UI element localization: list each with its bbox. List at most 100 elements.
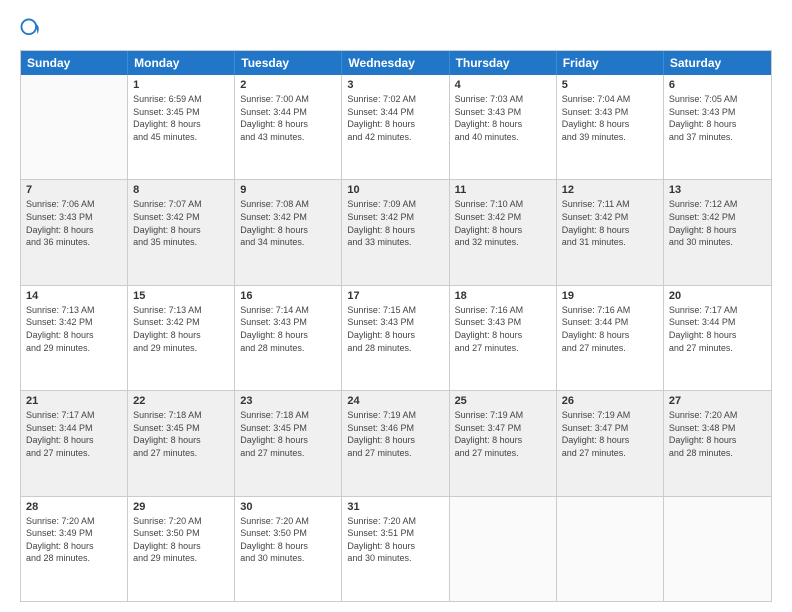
day-info: Sunrise: 7:20 AM Sunset: 3:51 PM Dayligh… — [347, 515, 443, 565]
day-info: Sunrise: 7:17 AM Sunset: 3:44 PM Dayligh… — [26, 409, 122, 459]
calendar-day-24: 24Sunrise: 7:19 AM Sunset: 3:46 PM Dayli… — [342, 391, 449, 495]
calendar-day-25: 25 Sunrise: 7:19 AM Sunset: 3:47 PM Dayli… — [450, 391, 557, 495]
day-info: Sunrise: 7:07 AM Sunset: 3:42 PM Dayligh… — [133, 198, 229, 248]
calendar-day-18: 18 Sunrise: 7:16 AM Sunset: 3:43 PM Dayli… — [450, 286, 557, 390]
day-number: 24 — [347, 395, 443, 407]
day-number: 18 — [455, 290, 551, 302]
day-number: 25 — [455, 395, 551, 407]
calendar-day-19: 19 Sunrise: 7:16 AM Sunset: 3:44 PM Dayli… — [557, 286, 664, 390]
calendar-day-13: 13 Sunrise: 7:12 AM Sunset: 3:42 PM Dayli… — [664, 180, 771, 284]
day-info: Sunrise: 7:15 AM Sunset: 3:43 PM Dayligh… — [347, 304, 443, 354]
day-info: Sunrise: 7:18 AM Sunset: 3:45 PM Dayligh… — [240, 409, 336, 459]
calendar-week-1: 1 Sunrise: 6:59 AM Sunset: 3:45 PM Daylig… — [21, 75, 771, 180]
calendar-header: SundayMondayTuesdayWednesdayThursdayFrid… — [21, 51, 771, 75]
calendar-day-23: 23 Sunrise: 7:18 AM Sunset: 3:45 PM Dayli… — [235, 391, 342, 495]
calendar-day-3: 3 Sunrise: 7:02 AM Sunset: 3:44 PM Daylig… — [342, 75, 449, 179]
day-number: 5 — [562, 79, 658, 91]
calendar-day-27: 27Sunrise: 7:20 AM Sunset: 3:48 PM Dayli… — [664, 391, 771, 495]
day-number: 7 — [26, 184, 122, 196]
day-number: 15 — [133, 290, 229, 302]
day-number: 9 — [240, 184, 336, 196]
day-info: Sunrise: 7:19 AM Sunset: 3:47 PM Dayligh… — [455, 409, 551, 459]
day-info: Sunrise: 7:04 AM Sunset: 3:43 PM Dayligh… — [562, 93, 658, 143]
day-info: Sunrise: 7:16 AM Sunset: 3:44 PM Dayligh… — [562, 304, 658, 354]
day-info: Sunrise: 7:17 AM Sunset: 3:44 PM Dayligh… — [669, 304, 766, 354]
day-number: 17 — [347, 290, 443, 302]
weekday-header-friday: Friday — [557, 51, 664, 75]
calendar-day-30: 30Sunrise: 7:20 AM Sunset: 3:50 PM Dayli… — [235, 497, 342, 601]
day-info: Sunrise: 7:06 AM Sunset: 3:43 PM Dayligh… — [26, 198, 122, 248]
calendar-day-10: 10 Sunrise: 7:09 AM Sunset: 3:42 PM Dayli… — [342, 180, 449, 284]
day-info: Sunrise: 7:13 AM Sunset: 3:42 PM Dayligh… — [26, 304, 122, 354]
calendar-week-5: 28Sunrise: 7:20 AM Sunset: 3:49 PM Dayli… — [21, 497, 771, 601]
calendar-day-15: 15 Sunrise: 7:13 AM Sunset: 3:42 PM Dayli… — [128, 286, 235, 390]
day-info: Sunrise: 7:13 AM Sunset: 3:42 PM Dayligh… — [133, 304, 229, 354]
day-info: Sunrise: 7:08 AM Sunset: 3:42 PM Dayligh… — [240, 198, 336, 248]
calendar-day-empty — [21, 75, 128, 179]
day-info: Sunrise: 7:10 AM Sunset: 3:42 PM Dayligh… — [455, 198, 551, 248]
day-number: 19 — [562, 290, 658, 302]
day-number: 4 — [455, 79, 551, 91]
day-number: 23 — [240, 395, 336, 407]
calendar-day-12: 12Sunrise: 7:11 AM Sunset: 3:42 PM Dayli… — [557, 180, 664, 284]
day-number: 28 — [26, 501, 122, 513]
page: SundayMondayTuesdayWednesdayThursdayFrid… — [0, 0, 792, 612]
calendar-day-20: 20 Sunrise: 7:17 AM Sunset: 3:44 PM Dayli… — [664, 286, 771, 390]
day-info: Sunrise: 7:02 AM Sunset: 3:44 PM Dayligh… — [347, 93, 443, 143]
calendar-day-2: 2 Sunrise: 7:00 AM Sunset: 3:44 PM Daylig… — [235, 75, 342, 179]
calendar-day-16: 16Sunrise: 7:14 AM Sunset: 3:43 PM Dayli… — [235, 286, 342, 390]
day-number: 3 — [347, 79, 443, 91]
header — [20, 18, 772, 40]
calendar-day-5: 5 Sunrise: 7:04 AM Sunset: 3:43 PM Daylig… — [557, 75, 664, 179]
logo-icon — [20, 18, 42, 40]
day-number: 14 — [26, 290, 122, 302]
calendar-day-6: 6 Sunrise: 7:05 AM Sunset: 3:43 PM Daylig… — [664, 75, 771, 179]
day-info: Sunrise: 7:20 AM Sunset: 3:50 PM Dayligh… — [133, 515, 229, 565]
day-number: 1 — [133, 79, 229, 91]
day-number: 6 — [669, 79, 766, 91]
weekday-header-monday: Monday — [128, 51, 235, 75]
calendar-week-2: 7 Sunrise: 7:06 AM Sunset: 3:43 PM Daylig… — [21, 180, 771, 285]
calendar-day-17: 17 Sunrise: 7:15 AM Sunset: 3:43 PM Dayli… — [342, 286, 449, 390]
weekday-header-sunday: Sunday — [21, 51, 128, 75]
day-info: Sunrise: 7:09 AM Sunset: 3:42 PM Dayligh… — [347, 198, 443, 248]
weekday-header-saturday: Saturday — [664, 51, 771, 75]
day-info: Sunrise: 7:05 AM Sunset: 3:43 PM Dayligh… — [669, 93, 766, 143]
calendar-day-31: 31 Sunrise: 7:20 AM Sunset: 3:51 PM Dayli… — [342, 497, 449, 601]
calendar-week-4: 21 Sunrise: 7:17 AM Sunset: 3:44 PM Dayli… — [21, 391, 771, 496]
day-number: 30 — [240, 501, 336, 513]
calendar-day-28: 28Sunrise: 7:20 AM Sunset: 3:49 PM Dayli… — [21, 497, 128, 601]
day-info: Sunrise: 6:59 AM Sunset: 3:45 PM Dayligh… — [133, 93, 229, 143]
calendar-day-11: 11 Sunrise: 7:10 AM Sunset: 3:42 PM Dayli… — [450, 180, 557, 284]
calendar-week-3: 14 Sunrise: 7:13 AM Sunset: 3:42 PM Dayli… — [21, 286, 771, 391]
calendar-day-29: 29Sunrise: 7:20 AM Sunset: 3:50 PM Dayli… — [128, 497, 235, 601]
calendar: SundayMondayTuesdayWednesdayThursdayFrid… — [20, 50, 772, 602]
day-info: Sunrise: 7:00 AM Sunset: 3:44 PM Dayligh… — [240, 93, 336, 143]
day-number: 13 — [669, 184, 766, 196]
day-info: Sunrise: 7:11 AM Sunset: 3:42 PM Dayligh… — [562, 198, 658, 248]
day-info: Sunrise: 7:16 AM Sunset: 3:43 PM Dayligh… — [455, 304, 551, 354]
logo — [20, 18, 46, 40]
day-number: 8 — [133, 184, 229, 196]
calendar-day-26: 26Sunrise: 7:19 AM Sunset: 3:47 PM Dayli… — [557, 391, 664, 495]
weekday-header-tuesday: Tuesday — [235, 51, 342, 75]
weekday-header-wednesday: Wednesday — [342, 51, 449, 75]
day-info: Sunrise: 7:18 AM Sunset: 3:45 PM Dayligh… — [133, 409, 229, 459]
weekday-header-thursday: Thursday — [450, 51, 557, 75]
day-info: Sunrise: 7:19 AM Sunset: 3:47 PM Dayligh… — [562, 409, 658, 459]
day-info: Sunrise: 7:12 AM Sunset: 3:42 PM Dayligh… — [669, 198, 766, 248]
day-number: 27 — [669, 395, 766, 407]
day-number: 16 — [240, 290, 336, 302]
calendar-day-empty — [664, 497, 771, 601]
day-number: 10 — [347, 184, 443, 196]
day-number: 2 — [240, 79, 336, 91]
calendar-day-9: 9 Sunrise: 7:08 AM Sunset: 3:42 PM Daylig… — [235, 180, 342, 284]
calendar-day-8: 8 Sunrise: 7:07 AM Sunset: 3:42 PM Daylig… — [128, 180, 235, 284]
calendar-body: 1 Sunrise: 6:59 AM Sunset: 3:45 PM Daylig… — [21, 75, 771, 601]
day-number: 20 — [669, 290, 766, 302]
day-number: 21 — [26, 395, 122, 407]
day-info: Sunrise: 7:03 AM Sunset: 3:43 PM Dayligh… — [455, 93, 551, 143]
day-number: 11 — [455, 184, 551, 196]
day-number: 31 — [347, 501, 443, 513]
calendar-day-22: 22Sunrise: 7:18 AM Sunset: 3:45 PM Dayli… — [128, 391, 235, 495]
